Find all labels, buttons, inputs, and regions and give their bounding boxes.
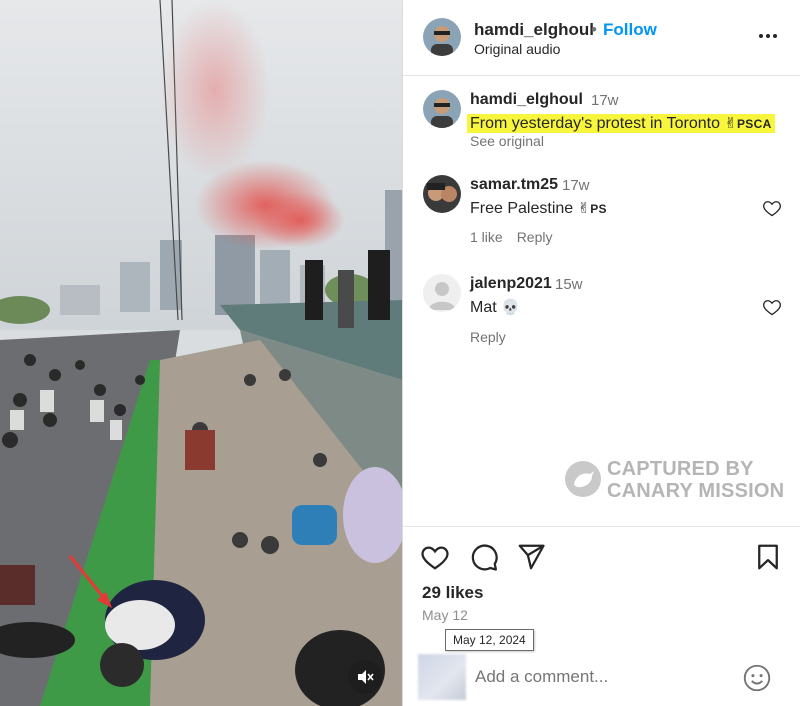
commenter-avatar[interactable]	[423, 274, 461, 312]
add-comment-bar	[403, 650, 800, 706]
caption-avatar[interactable]	[423, 90, 461, 128]
caption-username[interactable]: hamdi_elghoul	[470, 91, 583, 109]
watermark: CAPTURED BY CANARY MISSION	[563, 455, 788, 505]
post-header: hamdi_elghoul • Follow Original audio	[403, 0, 800, 76]
post-sidebar: hamdi_elghoul • Follow Original audio ha…	[402, 0, 800, 706]
reply-button[interactable]: Reply	[470, 329, 506, 345]
paper-plane-icon[interactable]	[516, 542, 546, 572]
comment-input[interactable]	[475, 667, 735, 687]
caption-text: From yesterday's protest in Toronto ✌PSC…	[467, 114, 775, 133]
current-user-avatar	[418, 654, 466, 700]
see-original-link[interactable]: See original	[470, 133, 544, 149]
heart-outline-icon[interactable]	[762, 297, 782, 317]
post-media[interactable]	[0, 0, 402, 706]
heart-outline-icon[interactable]	[762, 198, 782, 218]
skull-emoji: 💀	[501, 299, 520, 316]
commenter-username[interactable]: jalenp2021	[470, 275, 552, 293]
victory-hand-emoji: ✌	[577, 200, 591, 217]
caption-highlight: From yesterday's protest in Toronto ✌PSC…	[467, 114, 775, 133]
comment-meta: 1 like Reply	[470, 229, 566, 245]
comment-bubble-icon[interactable]	[469, 542, 499, 572]
commenter-username[interactable]: samar.tm25	[470, 176, 558, 194]
emoji-picker-icon[interactable]	[743, 664, 771, 692]
speaker-muted-icon	[358, 670, 374, 684]
heart-outline-icon[interactable]	[420, 542, 450, 572]
separator-dot: •	[591, 20, 597, 39]
audio-label[interactable]: Original audio	[474, 41, 560, 57]
protest-photo	[0, 0, 402, 706]
watermark-text: CAPTURED BY CANARY MISSION	[607, 458, 784, 502]
comment-text: Free Palestine ✌PS	[470, 199, 607, 218]
mute-button[interactable]	[348, 660, 382, 694]
watermark-line-2: CANARY MISSION	[607, 480, 785, 502]
flag-code: PS	[590, 202, 607, 216]
divider	[403, 526, 800, 527]
likes-count[interactable]: 29 likes	[422, 583, 483, 603]
comment-likes[interactable]: 1 like	[470, 229, 503, 245]
caption-meta: See original	[470, 133, 558, 149]
comment-body: Free Palestine	[470, 200, 578, 217]
more-options-icon[interactable]	[753, 24, 783, 48]
comment-body: Mat	[470, 299, 502, 316]
victory-hand-emoji: ✌	[724, 115, 737, 132]
date-tooltip: May 12, 2024	[445, 629, 534, 651]
canary-logo-icon	[565, 461, 601, 497]
bookmark-icon[interactable]	[753, 542, 783, 572]
author-avatar[interactable]	[423, 18, 461, 56]
comment-meta: Reply	[470, 329, 520, 345]
reply-button[interactable]: Reply	[517, 229, 553, 245]
caption-time: 17w	[591, 92, 619, 109]
action-bar	[403, 540, 800, 576]
post-date[interactable]: May 12	[422, 607, 468, 623]
commenter-avatar[interactable]	[423, 175, 461, 213]
caption-body: From yesterday's protest in Toronto	[470, 115, 725, 132]
author-username[interactable]: hamdi_elghoul	[474, 20, 594, 40]
comment-time: 17w	[562, 177, 590, 194]
follow-button[interactable]: Follow	[603, 20, 657, 40]
watermark-line-1: CAPTURED BY	[607, 458, 754, 480]
comment-time: 15w	[555, 276, 583, 293]
flag-code: PSCA	[737, 117, 772, 131]
comment-text: Mat 💀	[470, 298, 520, 317]
